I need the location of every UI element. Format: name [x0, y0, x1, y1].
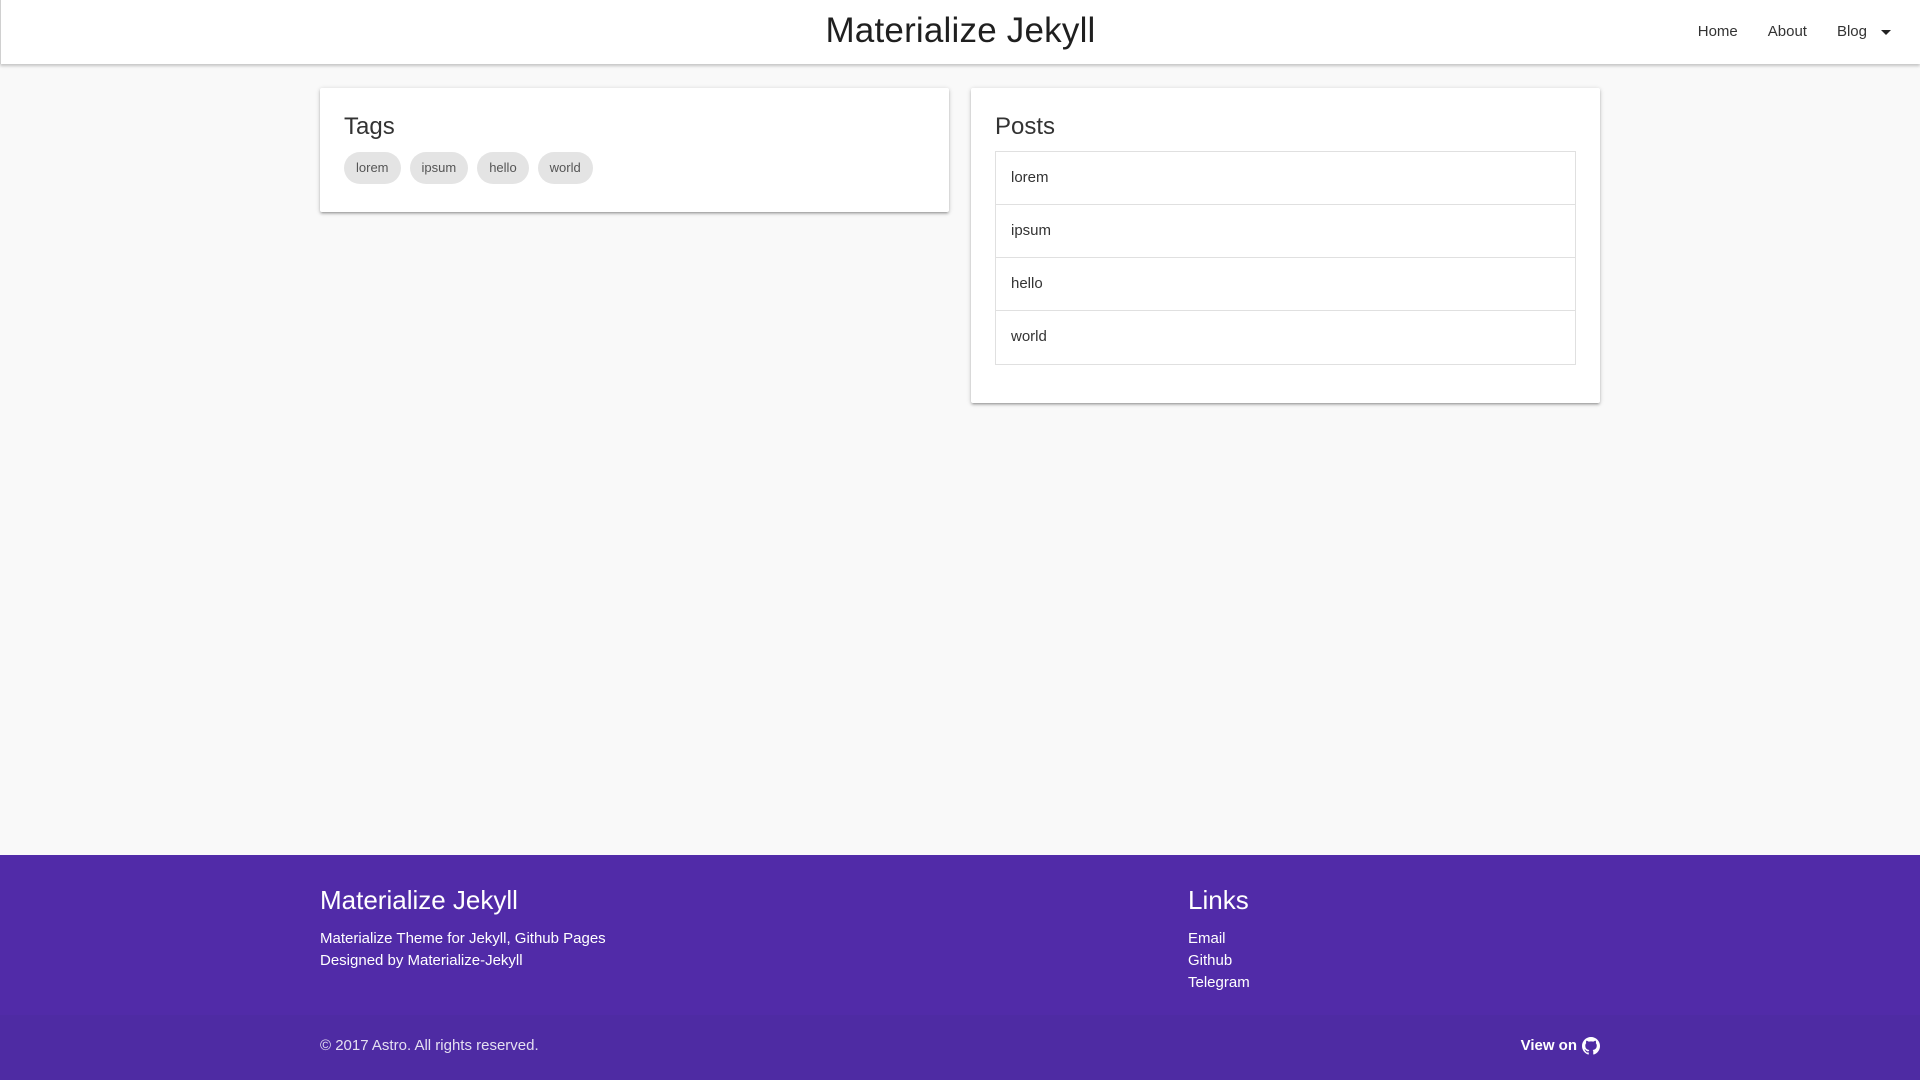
tag-chip-world[interactable]: world: [537, 152, 593, 184]
footer-link-email[interactable]: Email: [1188, 928, 1226, 950]
footer-title: Materialize Jekyll: [320, 885, 518, 915]
tag-chip-ipsum[interactable]: ipsum: [409, 152, 469, 184]
brand-logo[interactable]: Materialize Jekyll: [1, 0, 1920, 64]
page-footer: Materialize Jekyll Materialize Theme for…: [0, 855, 1920, 1080]
dropdown-caret-icon[interactable]: [1881, 29, 1891, 35]
nav-link-about[interactable]: About: [1753, 0, 1822, 64]
nav-link-home[interactable]: Home: [1683, 0, 1753, 64]
tag-chip-hello[interactable]: hello: [477, 152, 529, 184]
footer-links-title: Links: [1188, 885, 1249, 915]
footer-copyright-bar: © 2017 Astro. All rights reserved. View …: [0, 1015, 1920, 1080]
post-item-ipsum[interactable]: ipsum: [996, 205, 1575, 258]
post-item-lorem[interactable]: lorem: [996, 152, 1575, 205]
view-on-label: View on: [1520, 1037, 1577, 1054]
nav-link-blog-label: Blog: [1836, 23, 1867, 40]
nav-link-blog[interactable]: Blog: [1822, 0, 1906, 64]
footer-link-telegram[interactable]: Telegram: [1188, 972, 1250, 994]
posts-card-title: Posts: [995, 113, 1056, 140]
tags-card-title: Tags: [344, 113, 395, 140]
tag-chip-lorem[interactable]: lorem: [344, 152, 401, 184]
post-item-world[interactable]: world: [996, 311, 1575, 364]
tags-card: Tags lorem ipsum hello world: [320, 88, 949, 212]
posts-list: lorem ipsum hello world: [995, 151, 1576, 365]
view-on-github-link[interactable]: View on: [1521, 1035, 1600, 1057]
footer-designed-by: Designed by Materialize-Jekyll: [320, 952, 523, 969]
posts-card: Posts lorem ipsum hello world: [971, 88, 1600, 403]
footer-description: Materialize Theme for Jekyll, Github Pag…: [320, 930, 606, 947]
post-item-hello[interactable]: hello: [996, 258, 1575, 311]
nav-links: Home About Blog: [1683, 0, 1906, 64]
copyright-text: © 2017 Astro. All rights reserved.: [320, 1037, 539, 1054]
github-icon: [1582, 1037, 1600, 1055]
tag-chips: lorem ipsum hello world: [344, 152, 602, 184]
footer-link-github[interactable]: Github: [1188, 950, 1232, 972]
top-navbar: Materialize Jekyll Home About Blog: [0, 0, 1920, 64]
